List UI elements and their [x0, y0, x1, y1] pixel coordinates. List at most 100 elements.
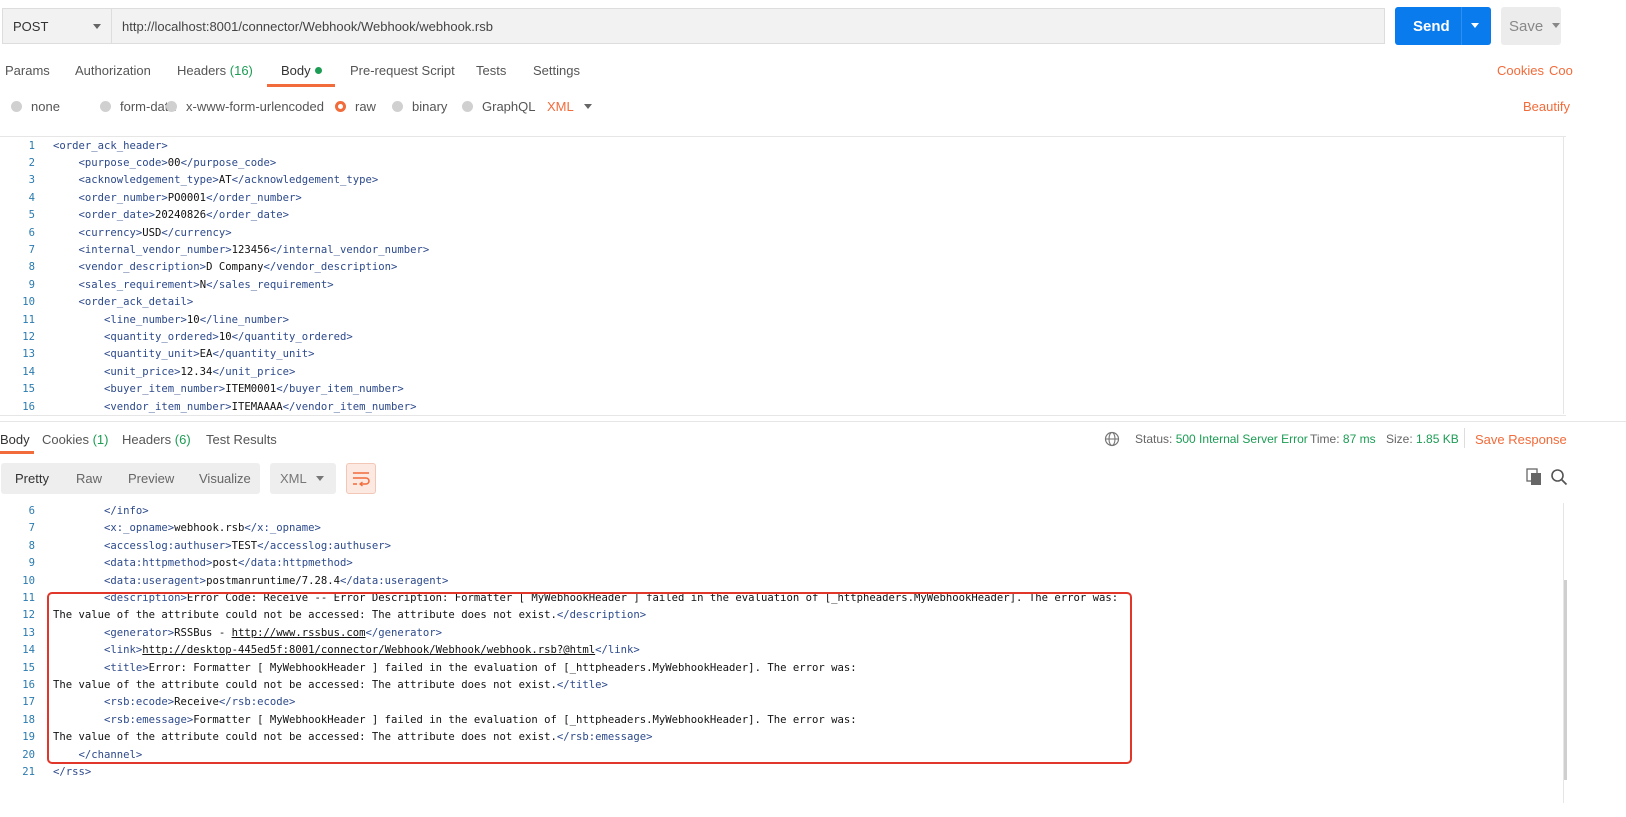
method-select[interactable]: POST — [2, 8, 112, 44]
pane-divider[interactable] — [0, 421, 1626, 422]
radio-icon — [392, 101, 403, 112]
resp-tab-test-results[interactable]: Test Results — [206, 432, 277, 447]
globe-icon[interactable] — [1104, 431, 1120, 447]
save-response-button[interactable]: Save Response — [1475, 432, 1567, 447]
wrap-lines-button[interactable] — [346, 463, 376, 494]
radio-none-label: none — [31, 99, 60, 114]
line-content: <line_number>10</line_number> — [104, 314, 289, 326]
resp-tab-body[interactable]: Body — [0, 432, 30, 447]
tab-tests[interactable]: Tests — [476, 63, 506, 78]
tab-body[interactable]: Body — [281, 63, 322, 78]
tag-value: EA — [199, 348, 213, 361]
cookies-link[interactable]: Cookies — [1497, 63, 1544, 78]
line-content: <quantity_ordered>10</quantity_ordered> — [104, 331, 353, 343]
tag-close: </acknowledgement_type> — [231, 174, 379, 187]
status-divider — [1464, 428, 1465, 448]
wrap-lines-icon — [353, 472, 370, 487]
resp-tab-headers-count: (6) — [174, 432, 191, 447]
line-number: 14 — [22, 365, 35, 378]
resp-tab-cookies-count: (1) — [92, 432, 109, 447]
tag-close: </internal_vendor_number> — [269, 243, 430, 256]
line-content: <vendor_description>D Company</vendor_de… — [79, 261, 398, 273]
code-line: 7 <x:_opname>webhook.rsb</x:_opname> — [0, 520, 321, 537]
request-editor-scrollbar[interactable] — [1563, 136, 1564, 414]
chevron-down-icon[interactable] — [584, 104, 592, 109]
save-options-chevron-icon[interactable] — [1552, 23, 1560, 28]
send-divider — [1461, 7, 1462, 45]
code-line: 14 <unit_price>12.34</unit_price> — [0, 364, 295, 381]
code-line: 8 <vendor_description>D Company</vendor_d… — [0, 259, 398, 276]
code-line: 8 <accesslog:authuser>TEST</accesslog:aut… — [0, 538, 391, 555]
tab-params[interactable]: Params — [5, 63, 50, 78]
beautify-link[interactable]: Beautify — [1523, 99, 1570, 114]
view-raw-button[interactable]: Raw — [76, 471, 102, 486]
code-link[interactable]: Coo — [1549, 63, 1573, 78]
radio-form-data[interactable]: form-data — [100, 99, 176, 114]
line-number: 1 — [28, 139, 35, 152]
line-number: 12 — [22, 609, 35, 622]
radio-urlencoded[interactable]: x-www-form-urlencoded — [166, 99, 324, 114]
active-resp-tab-underline — [0, 451, 34, 454]
line-number: 17 — [22, 696, 35, 709]
response-format-select[interactable]: XML — [270, 463, 336, 494]
send-options-chevron-icon[interactable] — [1471, 23, 1479, 28]
line-number: 13 — [22, 348, 35, 361]
tab-headers[interactable]: Headers (16) — [177, 63, 253, 78]
line-content: <order_ack_header> — [53, 140, 168, 152]
line-number: 18 — [22, 713, 35, 726]
resp-tab-cookies[interactable]: Cookies (1) — [42, 432, 108, 447]
status-readout: Status: 500 Internal Server Error — [1135, 432, 1308, 446]
tag-close: </rss> — [53, 766, 92, 778]
code-line: 6 </info> — [0, 503, 149, 520]
radio-none[interactable]: none — [11, 99, 60, 114]
view-visualize-button[interactable]: Visualize — [199, 471, 251, 486]
line-number: 3 — [28, 174, 35, 187]
radio-binary-label: binary — [412, 99, 448, 114]
code-line: 9 <sales_requirement>N</sales_requirement… — [0, 277, 334, 294]
request-body-editor[interactable]: 1 <order_ack_header> 2 <purpose_code>00</pu… — [0, 136, 1566, 416]
view-preview-button[interactable]: Preview — [128, 471, 174, 486]
line-number: 2 — [28, 156, 35, 169]
url-input[interactable]: http://localhost:8001/connector/Webhook/… — [112, 8, 1385, 44]
tab-authorization[interactable]: Authorization — [75, 63, 151, 78]
resp-tab-headers[interactable]: Headers (6) — [122, 432, 191, 447]
error-highlight-annotation — [47, 592, 1132, 764]
radio-binary[interactable]: binary — [392, 99, 447, 114]
line-number: 12 — [22, 330, 35, 343]
code-line: 4 <order_number>PO0001</order_number> — [0, 190, 302, 207]
size-readout: Size: 1.85 KB — [1386, 432, 1459, 446]
tag-value: USD — [142, 226, 162, 239]
tab-prerequest-script[interactable]: Pre-request Script — [350, 63, 455, 78]
line-content: <quantity_unit>EA</quantity_unit> — [104, 348, 315, 360]
tag-open: <acknowledgement_type> — [78, 174, 219, 187]
radio-urlencoded-label: x-www-form-urlencoded — [186, 99, 324, 114]
view-pretty-button[interactable]: Pretty — [15, 471, 49, 486]
search-icon[interactable] — [1550, 468, 1568, 486]
copy-icon[interactable] — [1526, 468, 1542, 486]
line-content: <acknowledgement_type>AT</acknowledgemen… — [79, 174, 379, 186]
code-line: 12 <quantity_ordered>10</quantity_ordered… — [0, 329, 353, 346]
response-scrollbar-thumb[interactable] — [1564, 580, 1567, 780]
tag-value: webhook.rsb — [174, 522, 245, 535]
tag-open: <quantity_unit> — [104, 348, 200, 361]
line-number: 21 — [22, 766, 35, 778]
tab-settings[interactable]: Settings — [533, 63, 580, 78]
body-format-select[interactable]: XML — [547, 99, 574, 114]
status-value[interactable]: 500 Internal Server Error — [1176, 432, 1308, 446]
size-value[interactable]: 1.85 KB — [1416, 432, 1459, 446]
time-value[interactable]: 87 ms — [1343, 432, 1376, 446]
line-number: 10 — [22, 296, 35, 309]
tag-close: </x:_opname> — [244, 522, 321, 535]
line-content: <currency>USD</currency> — [79, 227, 232, 239]
line-number: 4 — [28, 191, 35, 204]
radio-raw[interactable]: raw — [335, 99, 376, 114]
radio-graphql[interactable]: GraphQL — [462, 99, 535, 114]
line-content: <x:_opname>webhook.rsb</x:_opname> — [104, 522, 321, 534]
resp-tab-cookies-label: Cookies — [42, 432, 89, 447]
tag-value: ITEMAAAA — [231, 400, 283, 413]
save-response-label: Save Response — [1475, 432, 1567, 447]
save-button[interactable]: Save — [1501, 7, 1561, 45]
tag-close: </purpose_code> — [180, 156, 277, 169]
line-number: 11 — [22, 313, 35, 326]
send-button[interactable]: Send — [1395, 7, 1491, 45]
